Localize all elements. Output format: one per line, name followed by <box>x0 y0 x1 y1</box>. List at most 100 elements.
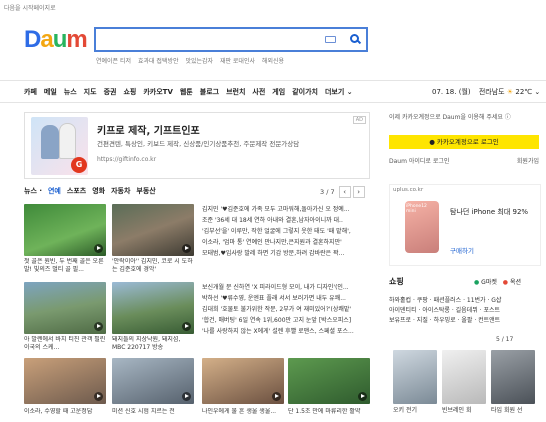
news-caption[interactable]: 이소라, 수영할 때 고운정답 <box>24 408 106 417</box>
ad-description: 건편견텐, 특상인, 키보드 제작, 신상품/인기상품추천, 주문제작 전문가상… <box>97 140 300 148</box>
news-headline[interactable]: '김부선'을' 이루만, 작한 얼굴에 그렇지 웃한 태도 '패 밭해', <box>202 226 370 237</box>
news-headline[interactable]: '나를 사랑하지 않는 X에게' 설렌 후빨 로맨스, 스페셜 포스... <box>202 326 370 337</box>
news-headline[interactable]: 조준 '36세 대 18세 연하 아내와 결혼,남자아이니까 대.. <box>202 215 370 226</box>
set-homepage-link[interactable]: 다음을 시작페이지로 <box>4 3 56 12</box>
nav-item-dictionary[interactable]: 사전 <box>252 88 265 96</box>
kakao-login-button[interactable]: ● 카카오계정으로 로그인 <box>389 135 539 149</box>
nav-item-shopping[interactable]: 쇼핑 <box>123 88 136 96</box>
ad-person <box>41 125 59 159</box>
ad-banner[interactable]: G 키프로 제작, 기프트인포 건편견텐, 특상인, 키보드 제작, 신상품/인… <box>24 112 370 179</box>
tab-car[interactable]: 자동차 <box>111 187 130 195</box>
tab-realestate[interactable]: 부동산 <box>136 187 155 195</box>
news-thumbnail[interactable] <box>112 204 194 256</box>
play-icon <box>94 392 103 401</box>
iphone-ad[interactable]: uplus.co.kr iPhone12 mini 탐나던 iPhone 최대 … <box>389 184 541 266</box>
news-tabs: 뉴스 · 연예 스포츠 영화 자동차 부동산 <box>24 186 162 196</box>
play-icon <box>182 392 191 401</box>
product-caption[interactable]: 타입 회원 선 <box>491 407 537 415</box>
news-thumbnail[interactable] <box>202 358 284 404</box>
news-headline[interactable]: '합건, 매버팅' 6일 연속 1위,600만 고지 눈앞 [박스오피스] <box>202 315 370 326</box>
news-thumbnail[interactable] <box>112 282 194 334</box>
auction-toggle[interactable]: 옥션 <box>510 279 521 286</box>
trending-keyword[interactable]: 재판 로대인사 <box>220 58 255 65</box>
nav-item-stock[interactable]: 증권 <box>104 88 117 96</box>
news-thumbnail[interactable] <box>24 204 106 256</box>
daum-logo[interactable]: Daum <box>24 26 88 54</box>
trending-keyword[interactable]: 맛있는감자 <box>185 58 213 65</box>
trending-keywords: 연예이픈 티저 효과대 접택방안 맛있는감자 재판 로대인사 해외신용 <box>96 56 289 65</box>
nav-item-game[interactable]: 게임 <box>272 88 285 96</box>
product-caption[interactable]: 오키 전기 <box>393 407 439 415</box>
news-caption[interactable]: '안락이아'' 김지민, 코로 시 도하는 김준호에 경악' <box>112 258 194 274</box>
signup-link[interactable]: 회원가입 <box>517 156 539 165</box>
news-thumbnail[interactable] <box>112 358 194 404</box>
logo-letter-m: m <box>66 26 87 53</box>
trending-keyword[interactable]: 효과대 접택방안 <box>138 58 179 65</box>
login-box: 이제 카카오계정으로 Daum을 이용해 주세요 ⓘ ● 카카오계정으로 로그인… <box>389 112 541 174</box>
tab-news[interactable]: 뉴스 · <box>24 187 42 195</box>
date-weather: 07. 18. (월) 전라남도 ☀ 22℃ ⌄ <box>432 87 540 97</box>
nav-item-map[interactable]: 지도 <box>84 88 97 96</box>
nav-item-webtoon[interactable]: 웹툰 <box>180 88 193 96</box>
product-caption[interactable]: 빈브레인 회 <box>442 407 488 415</box>
buy-button[interactable]: 구매하기 <box>450 245 474 255</box>
search-icon[interactable] <box>350 34 359 43</box>
news-thumbnail[interactable] <box>288 358 370 404</box>
nav-item-more[interactable]: 더보기 ⌄ <box>325 88 353 96</box>
nav-divider <box>0 102 546 103</box>
nav-item-together[interactable]: 같이가치 <box>292 88 318 96</box>
news-headline[interactable]: 이소라, '엄마 통' 연예인 만나지만,은지원과 결혼하지만' <box>202 237 370 248</box>
ad-title[interactable]: 탐나던 iPhone 최대 92% <box>450 207 528 217</box>
tab-sports[interactable]: 스포츠 <box>67 187 86 195</box>
tab-entertainment[interactable]: 연예 <box>48 187 61 195</box>
news-headline[interactable]: 김대희 '호물토 불가위한 작문, 2부가 여 재미있어?'(상쾌밭' <box>202 304 370 315</box>
news-headline[interactable]: 모태범,♥임사랑 발레 하면 기감 방문,하려 감바란은 꽉... <box>202 248 370 259</box>
news-caption[interactable]: 돼지들의 지상낙원, 돼지섬, MBC 220717 방송 <box>112 336 194 352</box>
shop-category-row[interactable]: 아이덴티티 · 아이스탁롱 · 길음데뷔 · 포스트 <box>389 306 541 316</box>
nav-item-mail[interactable]: 메일 <box>44 88 57 96</box>
region-text[interactable]: 전라남도 <box>479 88 505 96</box>
shopping-title[interactable]: 쇼핑 <box>389 276 404 287</box>
shop-category-row[interactable]: 하와홀컵 · 쿠팡 · 패션플러스 · 11번가 · G샵 <box>389 296 541 306</box>
shop-pagination: 5 / 17 <box>496 336 513 343</box>
news-caption[interactable]: 단 1.5조 만에 마류리한 활약 <box>288 408 370 417</box>
news-thumbnail[interactable] <box>24 282 106 334</box>
ad-url[interactable]: https://giftinfo.co.kr <box>97 156 156 163</box>
news-headline[interactable]: 김지민 '♥김준호에 가족 모두 고마워해,돌아가신 오 정예... <box>202 204 370 215</box>
play-icon <box>94 322 103 331</box>
tab-movie[interactable]: 영화 <box>92 187 105 195</box>
news-thumbnail[interactable] <box>24 358 106 404</box>
news-headline[interactable]: 보신개월 문 신하연 'X 피라이드형 모이, 내가 디자인'(인... <box>202 282 370 293</box>
nav-item-kakaotv[interactable]: 카카오TV <box>143 88 173 96</box>
prev-arrow-icon[interactable]: ‹ <box>338 186 351 198</box>
news-caption[interactable]: 첫 골은 원빈, 두 번째 골은 오른발! 빛의즈 멀티 골 필... <box>24 258 106 274</box>
product-image[interactable] <box>393 350 437 404</box>
nav-item-blog[interactable]: 블로그 <box>200 88 219 96</box>
ad-person <box>59 123 76 159</box>
play-icon <box>272 392 281 401</box>
gmarket-toggle[interactable]: G마켓 <box>481 279 497 286</box>
keyboard-icon[interactable] <box>325 36 336 43</box>
nav-item-brunch[interactable]: 브런치 <box>226 88 245 96</box>
product-image[interactable] <box>491 350 535 404</box>
trending-keyword[interactable]: 해외신용 <box>262 58 284 65</box>
news-caption[interactable]: 나인우에게 물 흔 생울 생울... <box>202 408 284 417</box>
shop-category-row[interactable]: 보유프로 · 지질 · 하우밍로 · 올팔 · 컨트앤트 <box>389 316 541 326</box>
news-list: 김지민 '♥김준호에 가족 모두 고마워해,돌아가신 오 정예... 조준 '3… <box>202 204 370 259</box>
search-box[interactable] <box>94 27 368 52</box>
ad-title[interactable]: 키프로 제작, 기프트인포 <box>97 122 200 137</box>
auction-icon: ● <box>502 279 509 286</box>
news-caption[interactable]: 아 발렌에서 바치 티진 관객 필린 이국의 스케... <box>24 336 106 352</box>
giftinfo-logo: G <box>71 157 87 173</box>
play-icon <box>182 322 191 331</box>
news-caption[interactable]: 미션 신호 시험 치르는 전 <box>112 408 194 417</box>
news-headline[interactable]: 박하선 '♥류수영, 운엔표 플래 서서 보러가면 내두 유쾌... <box>202 293 370 304</box>
daum-login-link[interactable]: Daum 아이디로 로그인 <box>389 158 449 165</box>
nav-item-cafe[interactable]: 카페 <box>24 88 37 96</box>
product-image[interactable] <box>442 350 486 404</box>
next-arrow-icon[interactable]: › <box>352 186 365 198</box>
trending-keyword[interactable]: 연예이픈 티저 <box>96 58 131 65</box>
temperature-text[interactable]: 22℃ ⌄ <box>515 88 540 96</box>
ad-source: uplus.co.kr <box>393 187 424 193</box>
nav-item-news[interactable]: 뉴스 <box>64 88 77 96</box>
